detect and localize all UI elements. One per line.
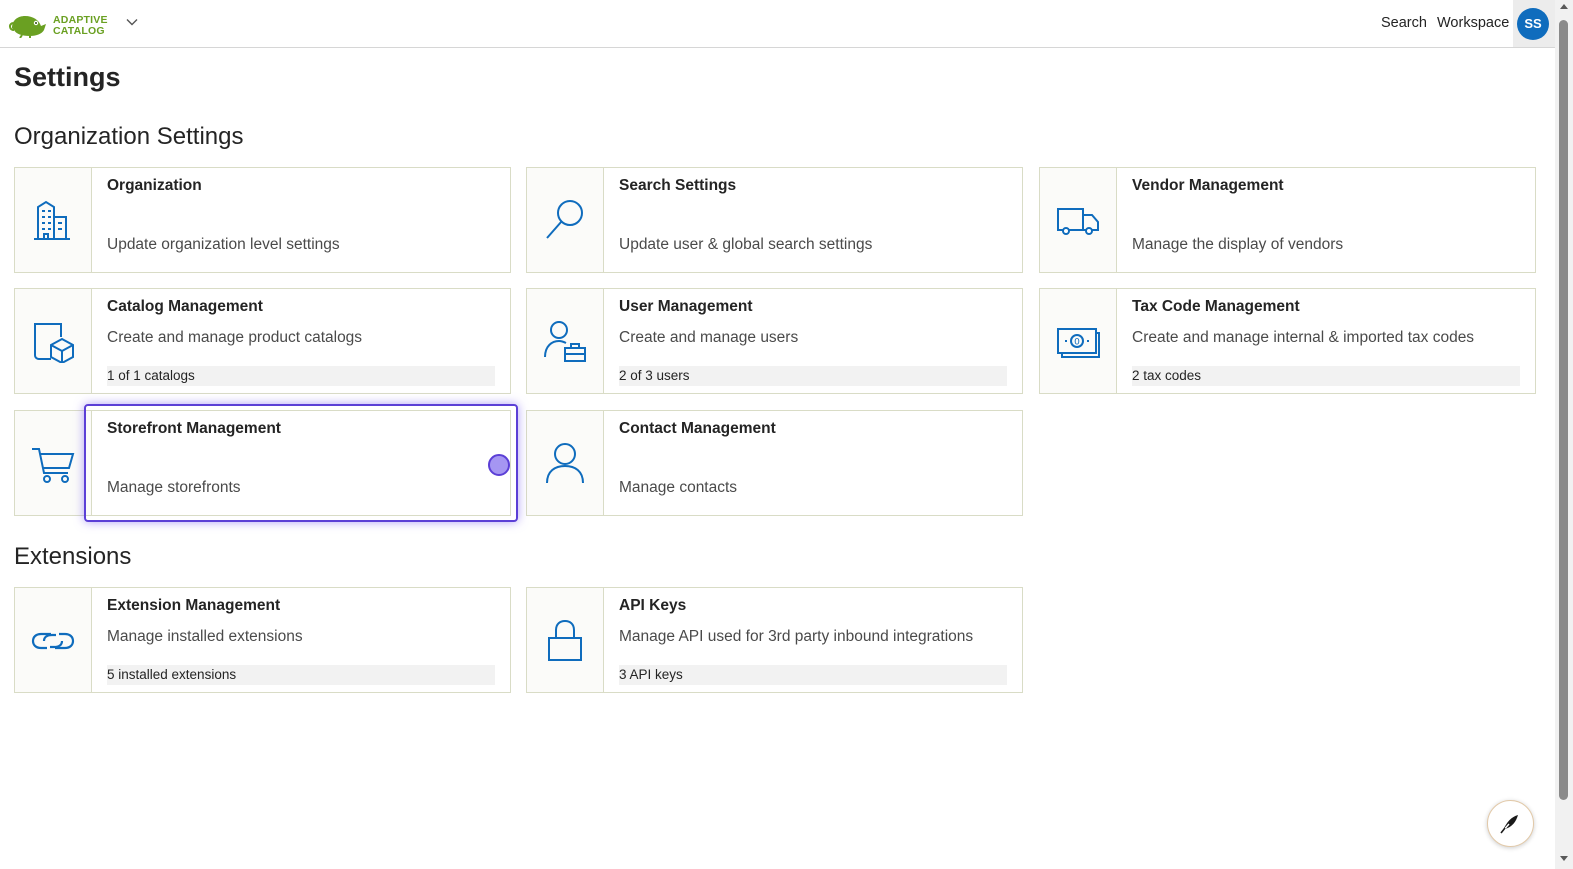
card-title: Tax Code Management	[1132, 298, 1300, 315]
feather-pen-icon	[1500, 815, 1518, 834]
organization-settings-heading: Organization Settings	[14, 123, 244, 150]
avatar-container[interactable]: SS	[1513, 0, 1555, 47]
cursor-indicator	[488, 454, 510, 476]
icon-box	[527, 168, 604, 272]
card-description: Manage the display of vendors	[1132, 236, 1344, 253]
money-icon: 0	[1057, 328, 1100, 358]
magnifier-icon	[546, 200, 583, 239]
count-badge: 2 tax codes	[1132, 366, 1520, 386]
search-settings-card[interactable]: Search Settings Update user & global sea…	[526, 167, 1023, 273]
card-title: Storefront Management	[107, 420, 281, 437]
extension-management-card[interactable]: Extension Management Manage installed ex…	[14, 587, 511, 693]
tax-code-management-card[interactable]: 0 Tax Code Management Create and manage …	[1039, 288, 1536, 394]
adaptive-catalog-logo[interactable]: ADAPTIVE CATALOG	[8, 10, 108, 39]
scrollbar-thumb[interactable]	[1559, 20, 1568, 800]
card-description: Manage installed extensions	[107, 628, 303, 645]
extensions-heading: Extensions	[14, 543, 132, 570]
scroll-down-arrow-icon[interactable]	[1560, 856, 1568, 861]
icon-box	[15, 289, 92, 393]
card-description: Update user & global search settings	[619, 236, 873, 253]
card-title: Contact Management	[619, 420, 776, 437]
count-badge: 1 of 1 catalogs	[107, 366, 495, 386]
logo-line-2: CATALOG	[53, 25, 105, 37]
count-badge: 5 installed extensions	[107, 665, 495, 685]
card-title: API Keys	[619, 597, 687, 614]
avatar[interactable]: SS	[1517, 8, 1549, 40]
vendor-management-card[interactable]: Vendor Management Manage the display of …	[1039, 167, 1536, 273]
chevron-down-icon[interactable]	[124, 14, 140, 30]
building-icon	[34, 200, 70, 240]
search-link[interactable]: Search	[1381, 15, 1427, 31]
top-bar: ADAPTIVE CATALOG Search Workspace SS	[0, 0, 1555, 48]
chameleon-logo-icon	[9, 16, 46, 39]
card-description: Create and manage product catalogs	[107, 329, 363, 346]
card-description: Manage contacts	[619, 479, 738, 496]
contact-management-card[interactable]: Contact Management Manage contacts	[526, 410, 1023, 516]
card-description: Create and manage internal & imported ta…	[1132, 329, 1475, 346]
truck-icon	[1057, 208, 1099, 235]
lock-icon	[548, 619, 582, 661]
icon-box	[15, 168, 92, 272]
count-badge: 2 of 3 users	[619, 366, 1007, 386]
catalog-box-icon	[34, 323, 74, 363]
user-management-card[interactable]: User Management Create and manage users …	[526, 288, 1023, 394]
icon-box: 0	[1040, 289, 1117, 393]
card-title: Catalog Management	[107, 298, 263, 315]
workspace-link[interactable]: Workspace	[1437, 15, 1509, 31]
icon-box	[527, 289, 604, 393]
icon-box	[527, 411, 604, 515]
person-icon	[546, 443, 584, 484]
organization-card[interactable]: Organization Update organization level s…	[14, 167, 511, 273]
card-description: Update organization level settings	[107, 236, 340, 253]
card-description: Manage storefronts	[107, 479, 241, 496]
svg-text:0: 0	[1074, 338, 1080, 348]
icon-box	[527, 588, 604, 692]
storefront-management-card[interactable]: Storefront Management Manage storefronts	[14, 410, 511, 516]
card-title: User Management	[619, 298, 753, 315]
catalog-management-card[interactable]: Catalog Management Create and manage pro…	[14, 288, 511, 394]
card-description: Manage API used for 3rd party inbound in…	[619, 628, 974, 645]
card-description: Create and manage users	[619, 329, 799, 346]
count-badge: 3 API keys	[619, 665, 1007, 685]
card-title: Search Settings	[619, 177, 737, 194]
card-title: Extension Management	[107, 597, 281, 614]
page-title: Settings	[14, 62, 121, 92]
icon-box	[15, 411, 92, 515]
card-title: Organization	[107, 177, 202, 194]
scroll-up-arrow-icon[interactable]	[1560, 4, 1568, 9]
vertical-scrollbar[interactable]	[1555, 0, 1573, 869]
user-briefcase-icon	[544, 321, 586, 362]
floating-help-button[interactable]	[1487, 800, 1534, 847]
cart-icon	[32, 448, 75, 483]
icon-box	[1040, 168, 1117, 272]
icon-box	[15, 588, 92, 692]
link-icon	[31, 632, 75, 650]
api-keys-card[interactable]: API Keys Manage API used for 3rd party i…	[526, 587, 1023, 693]
logo-text: ADAPTIVE CATALOG	[53, 15, 108, 37]
card-title: Vendor Management	[1132, 177, 1284, 194]
